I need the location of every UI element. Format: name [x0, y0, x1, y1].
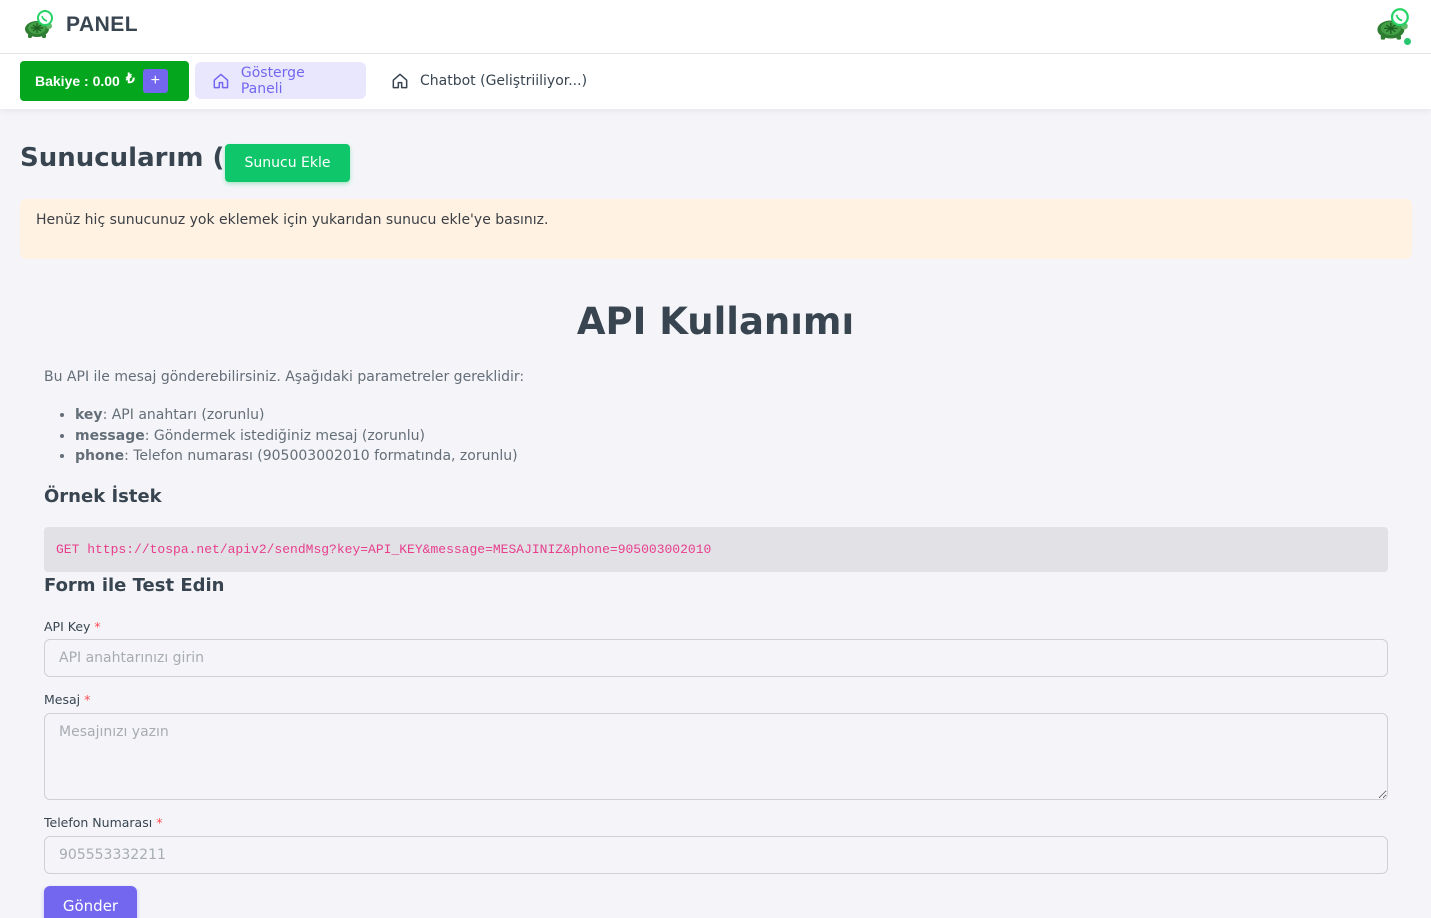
list-item: message: Göndermek istediğiniz mesaj (zo… — [75, 426, 518, 447]
api-key-label: API Key * — [44, 619, 101, 634]
nav-item-chatbot[interactable]: Chatbot (Geliştriiliyor...) — [374, 62, 603, 99]
add-server-button[interactable]: Sunucu Ekle — [225, 144, 350, 182]
required-mark: * — [156, 815, 163, 830]
param-name: key — [75, 407, 103, 423]
list-item: phone: Telefon numarası (905003002010 fo… — [75, 446, 518, 467]
required-mark: * — [94, 619, 101, 634]
param-desc: : Telefon numarası (905003002010 formatı… — [124, 448, 518, 464]
api-title: API Kullanımı — [576, 300, 855, 343]
param-name: phone — [75, 448, 125, 464]
param-name: message — [75, 427, 145, 444]
turtle-logo-icon — [22, 10, 54, 40]
brand-name: PANEL — [66, 13, 139, 36]
home-icon — [392, 73, 408, 88]
balance-label: Bakiye : 0.00 — [35, 73, 120, 89]
example-heading: Örnek İstek — [44, 486, 162, 507]
param-desc: : Göndermek istediğiniz mesaj (zorunlu) — [144, 427, 425, 444]
currency-symbol: ₺ — [125, 69, 135, 86]
page-title: Sunucularım (0) — [20, 143, 255, 173]
home-icon — [213, 73, 229, 88]
example-request-code: GET https://tospa.net/apiv2/sendMsg?key=… — [44, 527, 1388, 572]
brand[interactable]: PANEL — [22, 10, 138, 40]
nav-item-label: Chatbot (Geliştriiliyor...) — [420, 72, 588, 89]
api-key-input[interactable] — [44, 639, 1388, 677]
message-textarea[interactable] — [44, 713, 1388, 800]
example-request-text: GET https://tospa.net/apiv2/sendMsg?key=… — [56, 542, 712, 557]
user-avatar[interactable] — [1374, 8, 1412, 46]
param-desc: : API anahtarı (zorunlu) — [102, 407, 265, 423]
phone-label: Telefon Numarası * — [44, 815, 162, 830]
param-list: key: API anahtarı (zorunlu) message: Gön… — [75, 405, 518, 467]
add-balance-button[interactable]: + — [142, 69, 168, 93]
message-label-text: Mesaj — [44, 692, 81, 707]
nav-bar: Bakiye : 0.00 ₺ + Gösterge Paneli Chatbo… — [0, 54, 1431, 109]
balance-badge: Bakiye : 0.00 ₺ + — [20, 61, 189, 101]
phone-label-text: Telefon Numarası — [44, 815, 153, 830]
api-key-label-text: API Key — [44, 619, 91, 634]
form-heading: Form ile Test Edin — [44, 575, 225, 596]
top-bar: PANEL — [0, 0, 1431, 54]
online-status-dot — [1403, 37, 1412, 46]
list-item: key: API anahtarı (zorunlu) — [75, 405, 518, 426]
required-mark: * — [84, 692, 91, 707]
phone-input[interactable] — [44, 836, 1388, 874]
nav-item-label: Gösterge Paneli — [240, 64, 305, 97]
api-description: Bu API ile mesaj gönderebilirsiniz. Aşağ… — [44, 369, 525, 385]
send-button[interactable]: Gönder — [44, 886, 137, 918]
empty-servers-alert: Henüz hiç sunucunuz yok eklemek için yuk… — [20, 199, 1412, 259]
message-label: Mesaj * — [44, 692, 90, 707]
nav-item-dashboard[interactable]: Gösterge Paneli — [195, 62, 366, 99]
